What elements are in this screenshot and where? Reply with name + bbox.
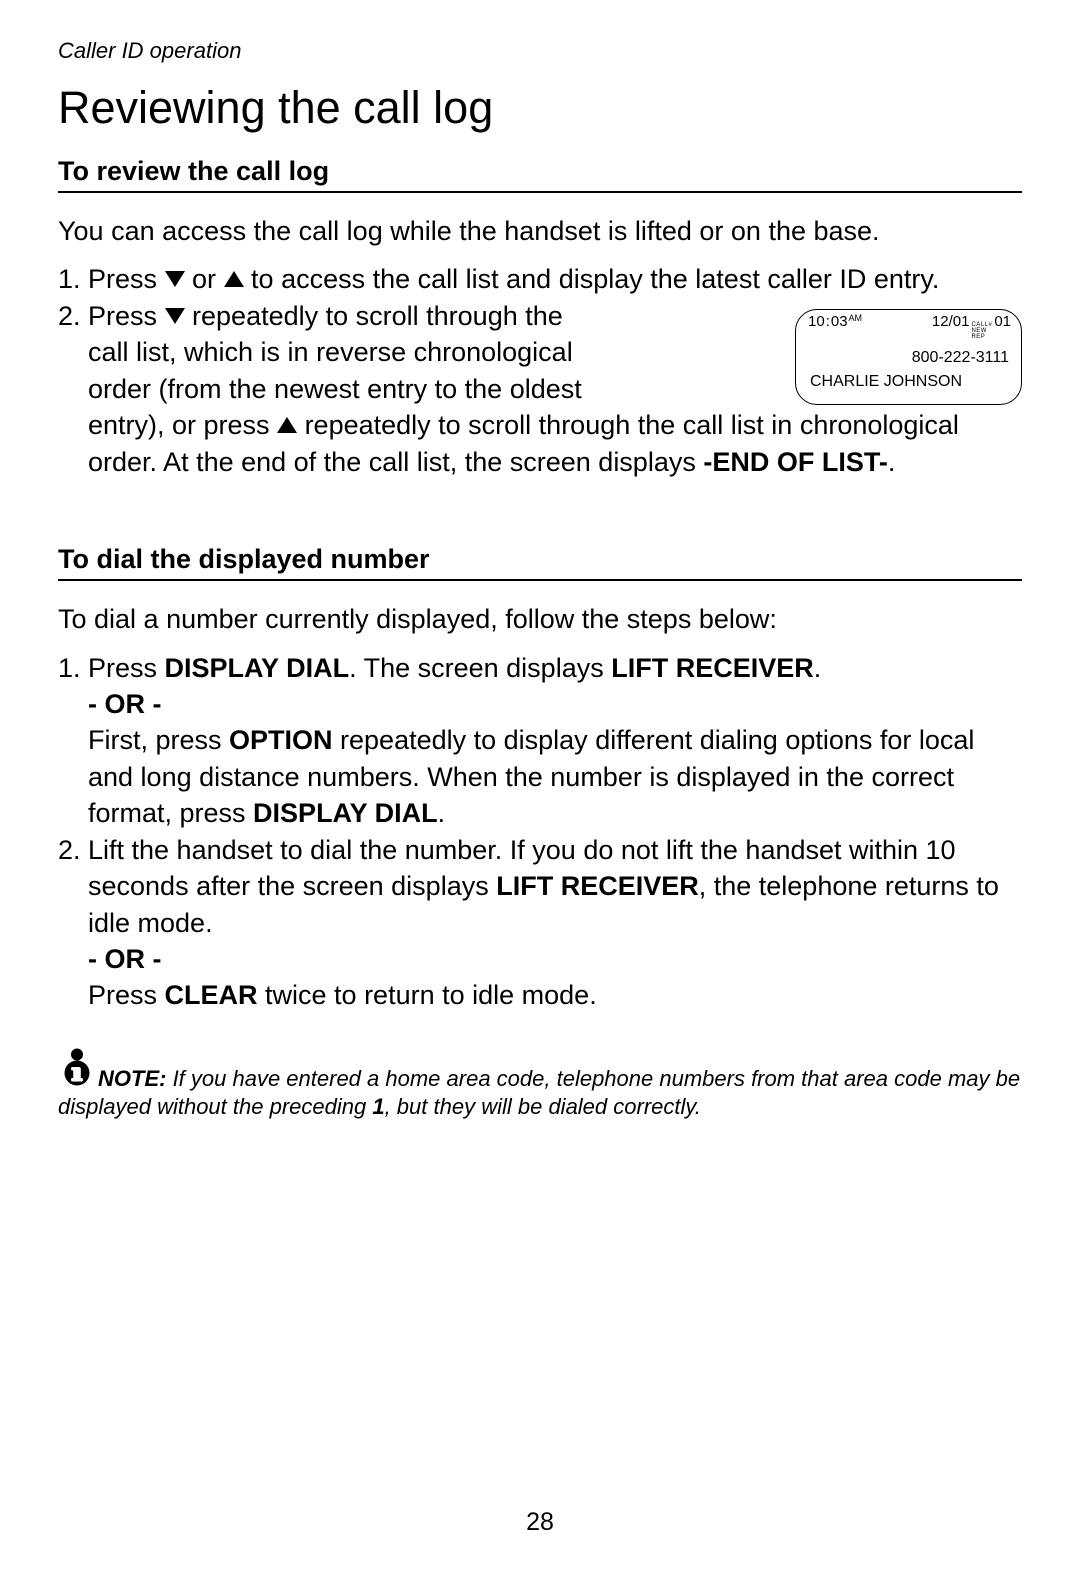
display-phone-number: 800-222-3111 — [808, 349, 1011, 367]
display-date: 12/01 — [932, 314, 970, 331]
text-fragment: Press — [88, 301, 165, 331]
display-flag-rep: REP — [971, 334, 992, 340]
end-of-list-text: -END OF LIST- — [703, 447, 888, 477]
display-dial-label: DISPLAY DIAL — [165, 653, 350, 683]
list-item: 2. Lift the handset to dial the number. … — [58, 832, 1022, 1014]
or-separator: - OR - — [88, 689, 162, 719]
note-label: NOTE: — [98, 1066, 166, 1091]
text-fragment: entry), or press — [88, 410, 277, 440]
list-item: 1. Press DISPLAY DIAL. The screen displa… — [58, 650, 1022, 832]
text-fragment: to access the call list and display the … — [244, 264, 940, 294]
text-fragment: Press — [88, 264, 165, 294]
list-body-1: Press or to access the call list and dis… — [88, 261, 1022, 297]
section1-intro: You can access the call log while the ha… — [58, 213, 1022, 249]
list-item: 1. Press or to access the call list and … — [58, 261, 1022, 297]
up-arrow-icon — [277, 417, 297, 433]
text-fragment: . — [888, 447, 896, 477]
section2-intro: To dial a number currently displayed, fo… — [58, 601, 1022, 637]
down-arrow-icon — [165, 271, 185, 287]
display-flags: CALL# NEW REP — [971, 322, 992, 340]
page-title: Reviewing the call log — [58, 82, 1022, 134]
list-number-2: 2. — [58, 298, 88, 480]
section-heading-review: To review the call log — [58, 156, 1022, 193]
list-body-1b: Press DISPLAY DIAL. The screen displays … — [88, 650, 1022, 832]
display-row-top: 10 : 03 AM 12/01 CALL# NEW REP 01 — [808, 314, 1011, 340]
display-time-hour: 10 — [808, 314, 825, 331]
lift-receiver-label: LIFT RECEIVER — [611, 653, 814, 683]
breadcrumb: Caller ID operation — [58, 38, 1022, 64]
text-fragment: . — [814, 653, 822, 683]
section-heading-dial: To dial the displayed number — [58, 544, 1022, 581]
display-dial-label: DISPLAY DIAL — [253, 798, 438, 828]
text-fragment: twice to return to idle mode. — [258, 980, 597, 1010]
display-time-colon: : — [826, 314, 830, 331]
note-text-b: , but they will be dialed correctly. — [385, 1094, 701, 1119]
phone-display: 10 : 03 AM 12/01 CALL# NEW REP 01 800-22… — [795, 309, 1022, 405]
clear-label: CLEAR — [165, 980, 258, 1010]
list-body-2b: Lift the handset to dial the number. If … — [88, 832, 1022, 1014]
text-fragment: . — [438, 798, 446, 828]
info-icon — [58, 1048, 96, 1094]
lift-receiver-label: LIFT RECEIVER — [496, 871, 699, 901]
display-time-min: 03 — [831, 314, 848, 331]
list-number-1b: 1. — [58, 650, 88, 832]
text-fragment: Press — [88, 653, 165, 683]
down-arrow-icon — [165, 308, 185, 324]
display-ampm: AM — [849, 314, 863, 324]
text-fragment: or — [185, 264, 224, 294]
text-fragment: Press — [88, 980, 165, 1010]
display-call-number: 01 — [994, 314, 1011, 331]
text-fragment: First, press — [88, 725, 229, 755]
up-arrow-icon — [224, 271, 244, 287]
list-number-2b: 2. — [58, 832, 88, 1014]
text-fragment: . The screen displays — [349, 653, 611, 683]
list-number-1: 1. — [58, 261, 88, 297]
note-block: NOTE: If you have entered a home area co… — [58, 1048, 1022, 1122]
note-bold-1: 1 — [372, 1094, 384, 1119]
or-separator: - OR - — [88, 944, 162, 974]
display-caller-name: CHARLIE JOHNSON — [808, 373, 1011, 391]
option-label: OPTION — [229, 725, 333, 755]
page-number: 28 — [0, 1508, 1080, 1537]
